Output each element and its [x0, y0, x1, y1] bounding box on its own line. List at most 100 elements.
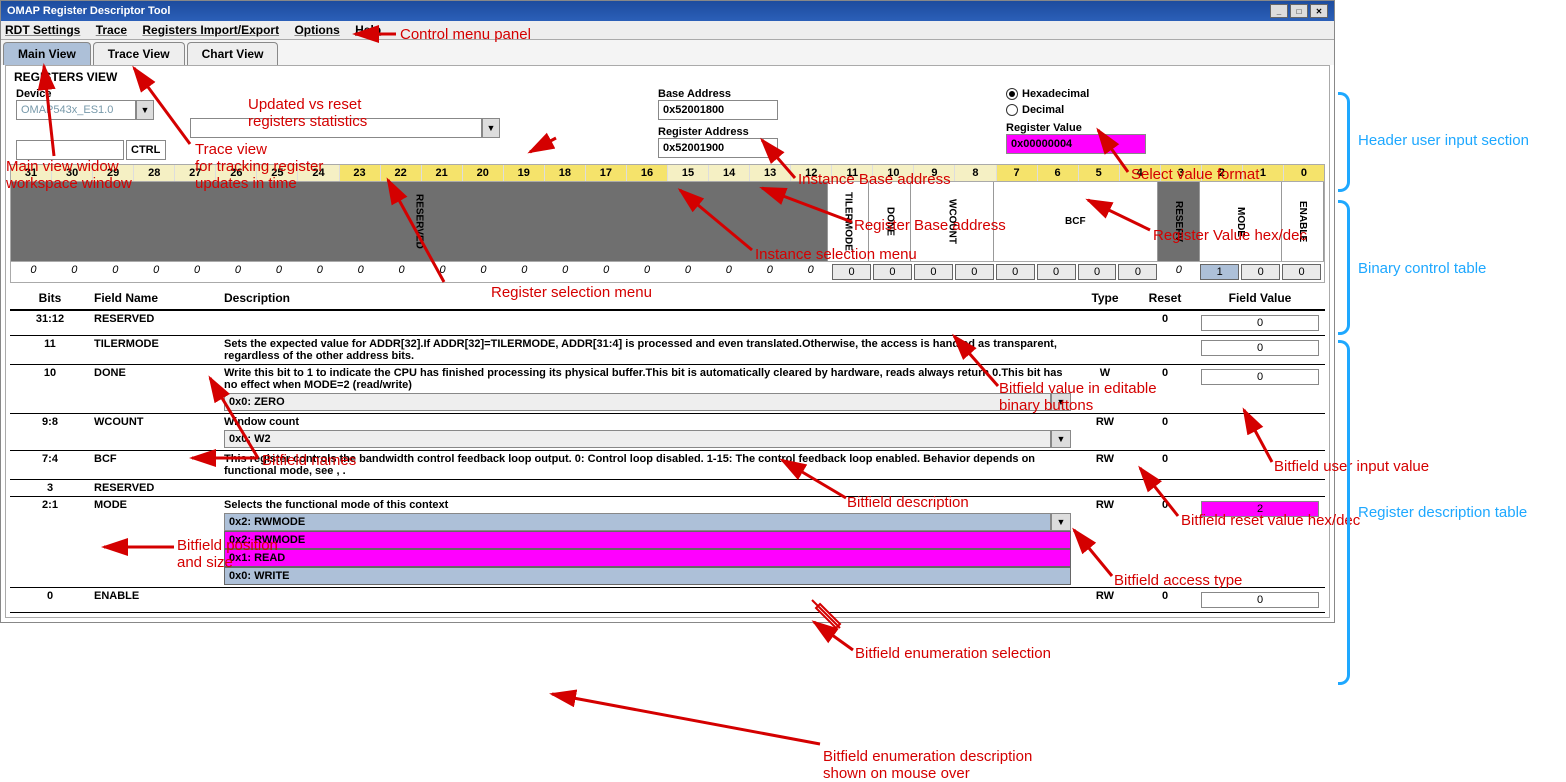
bitval-button[interactable]: 0 — [1078, 264, 1117, 280]
cell-reset — [1135, 480, 1195, 497]
menu-import-export[interactable]: Registers Import/Export — [142, 23, 279, 37]
bitval-button[interactable]: 0 — [832, 264, 871, 280]
menu-trace[interactable]: Trace — [96, 23, 127, 37]
bit-num-1: 1 — [1243, 165, 1284, 181]
field-value-input[interactable]: 2 — [1201, 501, 1319, 517]
cell-type — [1075, 310, 1135, 336]
bitfield-tilermode: TILERMODE — [828, 182, 870, 261]
bit-num-17: 17 — [586, 165, 627, 181]
device-combo-arrow[interactable]: ▼ — [136, 100, 154, 120]
bitval-button[interactable]: 0 — [1241, 264, 1280, 280]
device-combo[interactable]: OMAP543x_ES1.0 — [16, 100, 136, 120]
cell-description: Write this bit to 1 to indicate the CPU … — [220, 365, 1075, 414]
cell-field-name: MODE — [90, 497, 220, 588]
instance-input[interactable] — [16, 140, 124, 160]
field-value-input[interactable]: 0 — [1201, 315, 1319, 331]
bitval-button[interactable]: 0 — [955, 264, 994, 280]
bitval-static: 0 — [136, 264, 177, 280]
brace-desc — [1338, 340, 1350, 685]
ctrl-button[interactable]: CTRL — [126, 140, 166, 160]
description-table: Bits Field Name Description Type Reset F… — [10, 287, 1325, 613]
enum-combo[interactable]: 0x0: ZERO — [224, 393, 1051, 411]
bit-num-7: 7 — [997, 165, 1038, 181]
bitval-button[interactable]: 0 — [1118, 264, 1157, 280]
bitval-button[interactable]: 0 — [996, 264, 1035, 280]
cell-type — [1075, 336, 1135, 365]
cell-bits: 31:12 — [10, 310, 90, 336]
cell-description — [220, 588, 1075, 613]
bitval-button[interactable]: 1 — [1200, 264, 1239, 280]
cell-type: W — [1075, 365, 1135, 414]
bit-num-24: 24 — [298, 165, 339, 181]
bitval-static: 0 — [586, 264, 627, 280]
bit-num-6: 6 — [1038, 165, 1079, 181]
register-value-field[interactable]: 0x00000004 — [1006, 134, 1146, 154]
enum-combo-arrow[interactable]: ▼ — [1051, 430, 1071, 448]
enum-combo[interactable]: 0x0: W2 — [224, 430, 1051, 448]
bitval-static: 0 — [504, 264, 545, 280]
cell-description: This register controls the bandwidth con… — [220, 451, 1075, 480]
cell-field-value: 0 — [1195, 310, 1325, 336]
tab-trace-view[interactable]: Trace View — [93, 42, 185, 65]
bitval-static: 0 — [708, 264, 749, 280]
cell-field-value — [1195, 414, 1325, 451]
register-address-label: Register Address — [658, 126, 778, 138]
col-type: Type — [1075, 287, 1135, 310]
register-select-arrow[interactable]: ▼ — [482, 118, 500, 138]
base-address-field[interactable]: 0x52001800 — [658, 100, 778, 120]
minimize-button[interactable]: _ — [1270, 4, 1288, 18]
bit-num-28: 28 — [134, 165, 175, 181]
bit-num-20: 20 — [463, 165, 504, 181]
bit-num-2: 2 — [1202, 165, 1243, 181]
enum-option[interactable]: 0x2: RWMODE — [224, 531, 1071, 549]
menu-help[interactable]: Help — [355, 23, 381, 37]
bit-field-row: RESERVEDTILERMODEDONEWCOUNTBCFRESERVMODE… — [10, 182, 1325, 262]
window-title: OMAP Register Descriptor Tool — [7, 5, 170, 17]
enum-combo-arrow[interactable]: ▼ — [1051, 393, 1071, 411]
field-value-input[interactable]: 0 — [1201, 340, 1319, 356]
enum-option[interactable]: 0x1: READ — [224, 549, 1071, 567]
bit-num-21: 21 — [422, 165, 463, 181]
bitval-button[interactable]: 0 — [1037, 264, 1076, 280]
enum-combo[interactable]: 0x2: RWMODE — [224, 513, 1051, 531]
bitval-static: 0 — [218, 264, 259, 280]
bit-num-3: 3 — [1161, 165, 1202, 181]
bit-num-22: 22 — [381, 165, 422, 181]
bitval-static: 0 — [340, 264, 381, 280]
cell-field-name: RESERVED — [90, 480, 220, 497]
bitval-static: 0 — [463, 264, 504, 280]
col-bits: Bits — [10, 287, 90, 310]
menu-rdt-settings[interactable]: RDT Settings — [5, 23, 80, 37]
enum-option[interactable]: 0x0: WRITE — [224, 567, 1071, 585]
menu-options[interactable]: Options — [294, 23, 339, 37]
cell-type: RW — [1075, 497, 1135, 588]
cell-field-name: WCOUNT — [90, 414, 220, 451]
bitval-static: 0 — [299, 264, 340, 280]
field-value-input[interactable]: 0 — [1201, 369, 1319, 385]
field-value-input[interactable]: 0 — [1201, 592, 1319, 608]
register-address-field[interactable]: 0x52001900 — [658, 138, 778, 158]
register-select-combo[interactable] — [190, 118, 482, 138]
bit-num-9: 9 — [914, 165, 955, 181]
enum-combo-arrow[interactable]: ▼ — [1051, 513, 1071, 531]
bitval-button[interactable]: 0 — [873, 264, 912, 280]
bitval-button[interactable]: 0 — [1282, 264, 1321, 280]
bit-num-10: 10 — [873, 165, 914, 181]
close-button[interactable]: ✕ — [1310, 4, 1328, 18]
bitval-static: 0 — [177, 264, 218, 280]
bitval-static: 0 — [13, 264, 54, 280]
cell-field-name: RESERVED — [90, 310, 220, 336]
cell-description — [220, 310, 1075, 336]
maximize-button[interactable]: □ — [1290, 4, 1308, 18]
cell-field-name: TILERMODE — [90, 336, 220, 365]
radix-hex-radio[interactable]: Hexadecimal — [1006, 88, 1146, 100]
cell-reset: 0 — [1135, 414, 1195, 451]
bitval-button[interactable]: 0 — [914, 264, 953, 280]
tab-chart-view[interactable]: Chart View — [187, 42, 279, 65]
cell-reset: 0 — [1135, 310, 1195, 336]
bit-num-19: 19 — [504, 165, 545, 181]
radix-dec-radio[interactable]: Decimal — [1006, 104, 1146, 116]
cell-description: Sets the expected value for ADDR[32].If … — [220, 336, 1075, 365]
tab-main-view[interactable]: Main View — [3, 42, 91, 65]
bit-num-31: 31 — [11, 165, 52, 181]
